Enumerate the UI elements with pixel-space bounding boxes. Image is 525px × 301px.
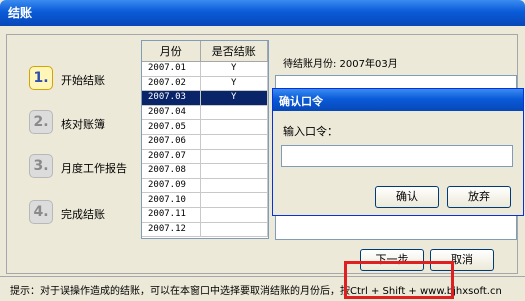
month-table[interactable]: 月份 是否结账 2007.01 Y 2007.02 Y 2007.03 Y 2007.… bbox=[141, 40, 269, 239]
month-cell: 2007.11 bbox=[142, 207, 201, 223]
closed-cell bbox=[200, 163, 268, 179]
table-row[interactable]: 2007.07 bbox=[142, 149, 268, 165]
closed-cell bbox=[200, 105, 268, 121]
table-row[interactable]: 2007.11 bbox=[142, 207, 268, 223]
closed-cell: Y bbox=[200, 90, 268, 106]
table-row[interactable]: 2007.09 bbox=[142, 178, 268, 194]
closed-cell: Y bbox=[200, 76, 268, 92]
table-row[interactable]: 2007.06 bbox=[142, 134, 268, 150]
password-prompt: 输入口令： bbox=[283, 125, 338, 138]
closed-cell bbox=[200, 134, 268, 150]
closed-cell bbox=[200, 222, 268, 238]
table-row[interactable]: 2007.08 bbox=[142, 163, 268, 179]
step-item-monthly-report: 3. 月度工作报告 bbox=[23, 153, 143, 183]
step-item-start: 1. 开始结账 bbox=[23, 65, 143, 95]
step-4-icon: 4. bbox=[29, 200, 53, 224]
closed-cell bbox=[200, 192, 268, 208]
table-row-selected[interactable]: 2007.03 Y bbox=[142, 90, 268, 106]
step-item-finish: 4. 完成结账 bbox=[23, 199, 143, 229]
step-label: 月度工作报告 bbox=[61, 162, 127, 175]
month-cell: 2007.01 bbox=[142, 61, 201, 77]
dialog-title: 确认口令 bbox=[273, 89, 523, 111]
step-1-icon: 1. bbox=[29, 66, 53, 90]
title-bar: 结账 bbox=[0, 0, 525, 26]
month-cell: 2007.12 bbox=[142, 222, 201, 238]
month-cell: 2007.10 bbox=[142, 192, 201, 208]
step-item-check-books: 2. 核对账簿 bbox=[23, 109, 143, 139]
column-header-month[interactable]: 月份 bbox=[142, 41, 201, 62]
confirm-button[interactable]: 确认 bbox=[375, 186, 439, 208]
table-row[interactable]: 2007.10 bbox=[142, 192, 268, 208]
table-row[interactable]: 2007.04 bbox=[142, 105, 268, 121]
abort-button[interactable]: 放弃 bbox=[447, 186, 511, 208]
month-cell: 2007.02 bbox=[142, 76, 201, 92]
table-row[interactable]: 2007.02 Y bbox=[142, 76, 268, 92]
step-3-icon: 3. bbox=[29, 154, 53, 178]
month-cell: 2007.08 bbox=[142, 163, 201, 179]
month-cell: 2007.09 bbox=[142, 178, 201, 194]
month-cell: 2007.04 bbox=[142, 105, 201, 121]
step-label: 核对账簿 bbox=[61, 118, 105, 131]
table-row[interactable]: 2007.01 Y bbox=[142, 61, 268, 77]
step-2-icon: 2. bbox=[29, 110, 53, 134]
month-cell: 2007.03 bbox=[142, 90, 201, 106]
column-header-closed[interactable]: 是否结账 bbox=[200, 41, 268, 62]
window-title: 结账 bbox=[8, 6, 33, 20]
closed-cell bbox=[200, 207, 268, 223]
closed-cell bbox=[200, 149, 268, 165]
closed-cell bbox=[200, 119, 268, 135]
step-label: 开始结账 bbox=[61, 74, 105, 87]
closed-cell bbox=[200, 178, 268, 194]
closed-cell: Y bbox=[200, 61, 268, 77]
pending-month-label: 待结账月份: 2007年03月 bbox=[283, 59, 398, 70]
month-cell: 2007.07 bbox=[142, 149, 201, 165]
month-cell: 2007.05 bbox=[142, 119, 201, 135]
step-label: 完成结账 bbox=[61, 208, 105, 221]
highlight-box bbox=[344, 261, 454, 299]
table-row[interactable]: 2007.05 bbox=[142, 119, 268, 135]
table-row[interactable]: 2007.12 bbox=[142, 222, 268, 238]
password-input[interactable] bbox=[281, 145, 513, 167]
password-dialog: 确认口令 输入口令： 确认 放弃 bbox=[272, 88, 524, 216]
month-cell: 2007.06 bbox=[142, 134, 201, 150]
